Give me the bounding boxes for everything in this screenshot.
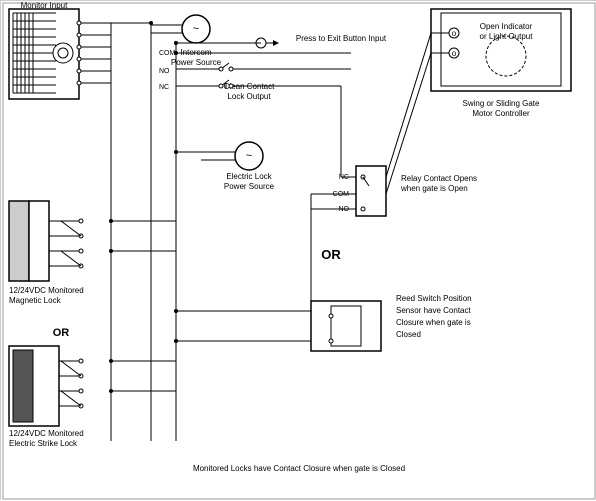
svg-text:Swing or Sliding Gate: Swing or Sliding Gate xyxy=(463,99,540,108)
svg-text:or Light Output: or Light Output xyxy=(480,32,534,41)
svg-text:Press to Exit Button Input: Press to Exit Button Input xyxy=(296,34,387,43)
svg-text:Magnetic Lock: Magnetic Lock xyxy=(9,296,62,305)
svg-text:NO: NO xyxy=(159,68,170,75)
svg-text:o: o xyxy=(452,29,457,38)
svg-text:Monitor Input: Monitor Input xyxy=(21,1,68,10)
svg-text:Reed Switch Position: Reed Switch Position xyxy=(396,294,472,303)
svg-text:12/24VDC Monitored: 12/24VDC Monitored xyxy=(9,429,84,438)
svg-text:Monitored Locks have Contact C: Monitored Locks have Contact Closure whe… xyxy=(193,464,405,473)
svg-text:Power Source: Power Source xyxy=(171,58,222,67)
svg-text:Power Source: Power Source xyxy=(224,182,275,191)
svg-text:NC: NC xyxy=(159,84,169,91)
svg-text:Lock Output: Lock Output xyxy=(227,92,271,101)
svg-text:Open Indicator: Open Indicator xyxy=(480,22,533,31)
svg-text:Motor Controller: Motor Controller xyxy=(472,109,530,118)
wiring-diagram: Monitor Input ~ Intercom Power Source xyxy=(0,0,596,500)
svg-text:~: ~ xyxy=(246,150,252,162)
svg-text:Closed: Closed xyxy=(396,330,421,339)
svg-text:COM: COM xyxy=(159,50,176,57)
svg-text:o: o xyxy=(452,49,457,58)
svg-text:Electric Strike Lock: Electric Strike Lock xyxy=(9,439,78,448)
svg-text:when gate is Open: when gate is Open xyxy=(400,184,468,193)
svg-text:12/24VDC Monitored: 12/24VDC Monitored xyxy=(9,286,84,295)
svg-text:OR: OR xyxy=(321,247,341,262)
svg-text:Closure when gate is: Closure when gate is xyxy=(396,318,471,327)
svg-text:Sensor have Contact: Sensor have Contact xyxy=(396,306,471,315)
svg-text:Electric Lock: Electric Lock xyxy=(226,172,272,181)
svg-text:Relay Contact Opens: Relay Contact Opens xyxy=(401,174,477,183)
svg-text:OR: OR xyxy=(53,327,70,339)
svg-text:~: ~ xyxy=(193,23,199,35)
